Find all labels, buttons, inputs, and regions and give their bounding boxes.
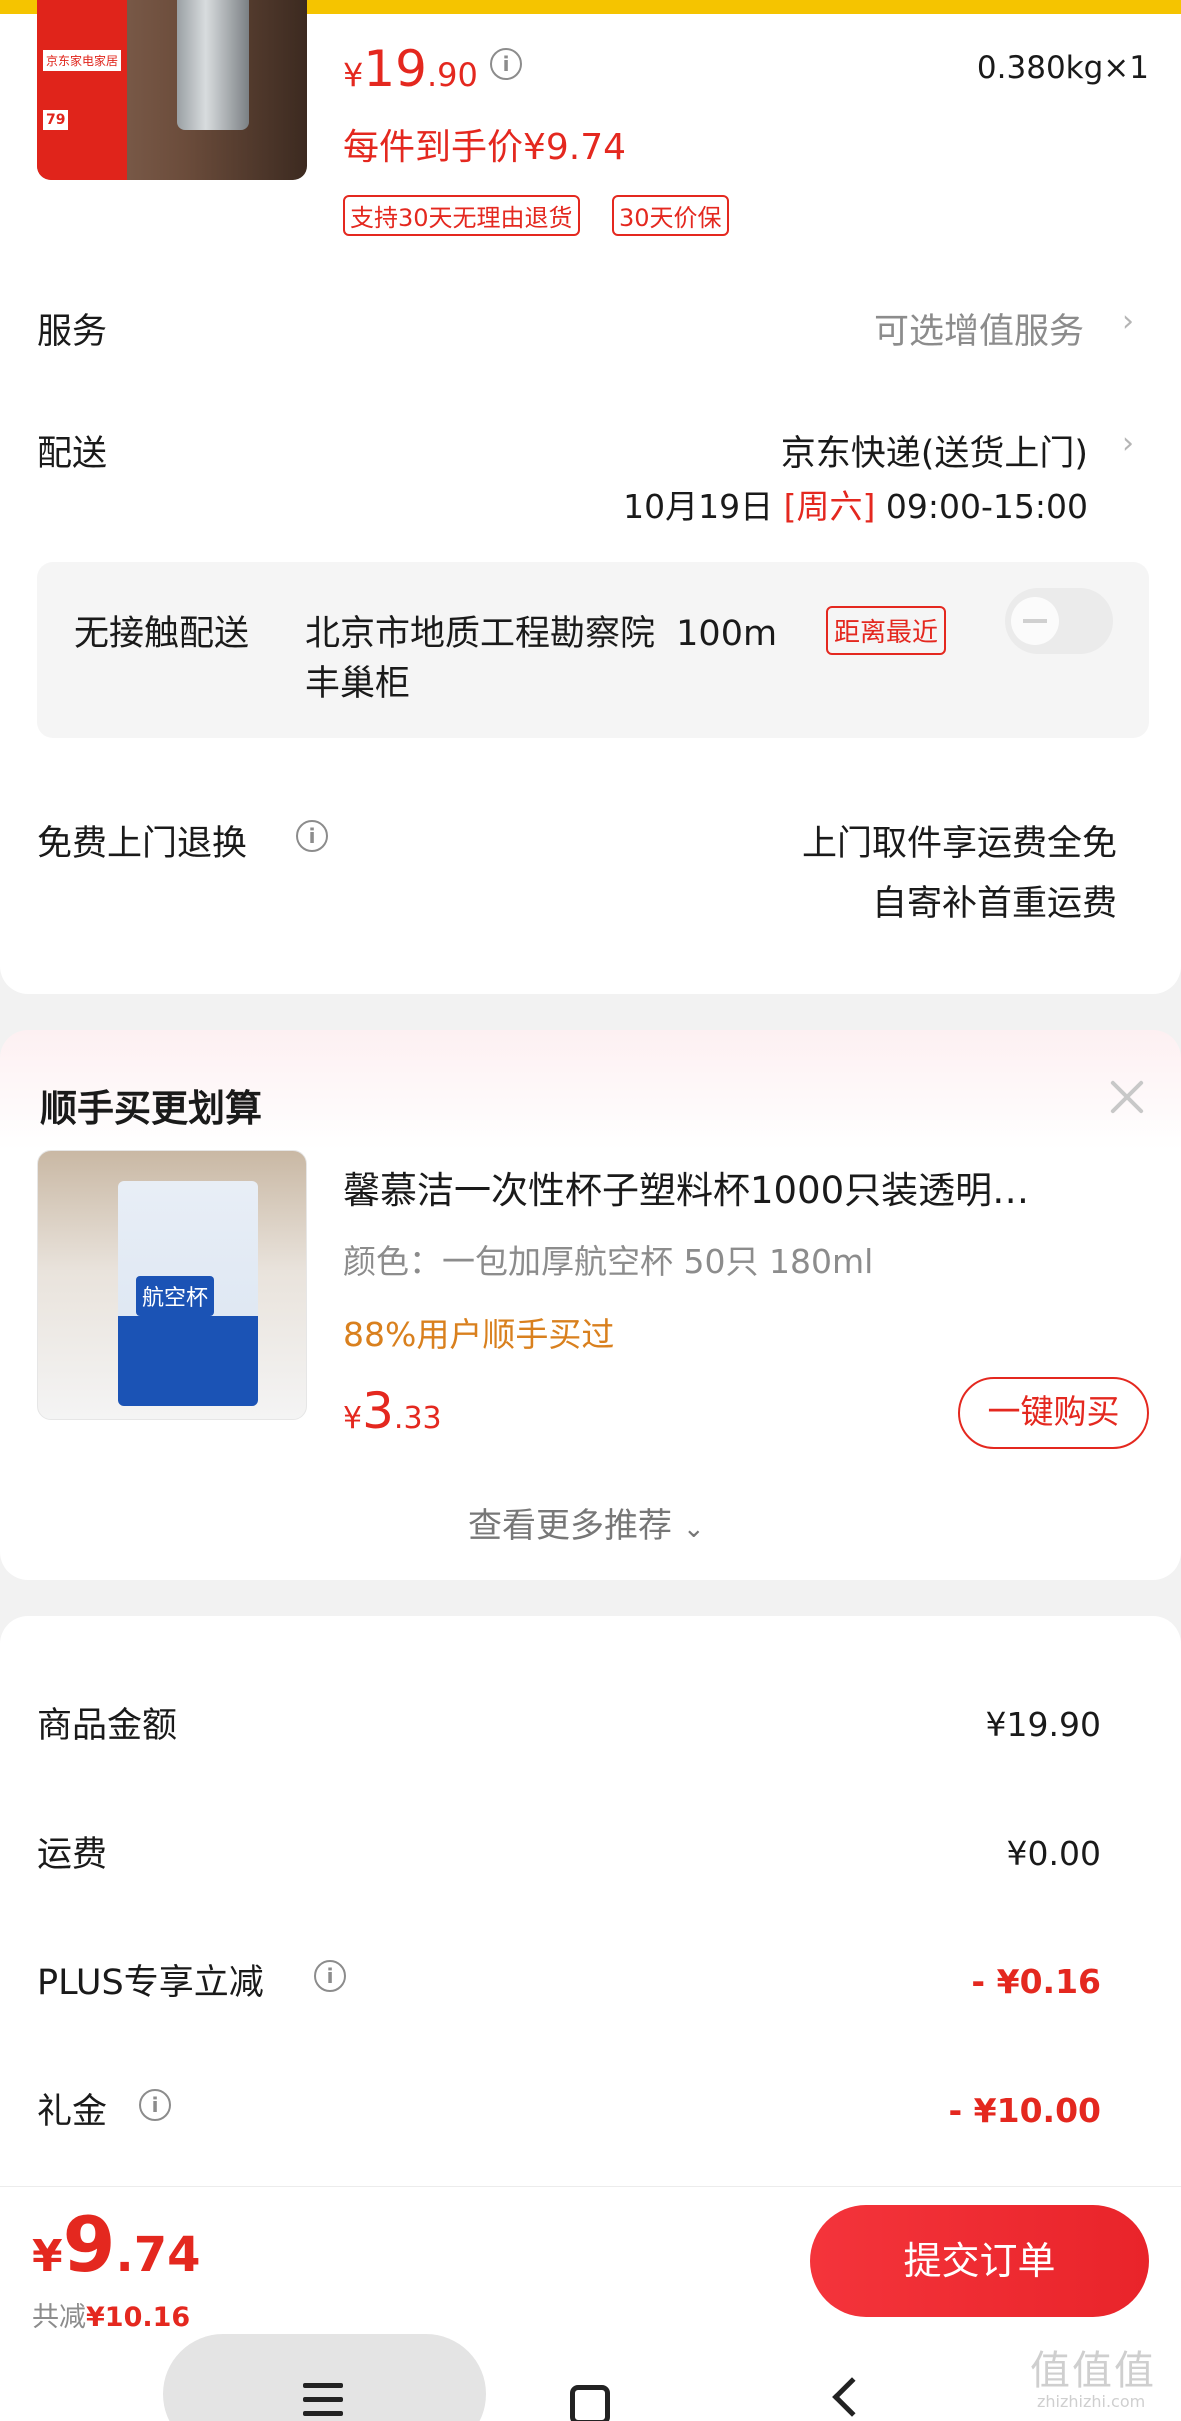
locker-name: 北京市地质工程勘察院 — [305, 614, 656, 654]
one-click-buy-button[interactable]: 一键购买 — [958, 1377, 1149, 1449]
gift-info-icon[interactable]: i — [139, 2089, 171, 2121]
recommend-item-price: ¥3.33 — [343, 1382, 442, 1440]
delivery-weekday: [周六] — [783, 487, 876, 526]
free-return-info-icon[interactable]: i — [296, 820, 328, 852]
free-return-line2: 自寄补首重运费 — [871, 884, 1117, 924]
per-item-price: 每件到手价¥9.74 — [343, 127, 627, 168]
submit-order-button[interactable]: 提交订单 — [810, 2205, 1149, 2317]
contactless-toggle[interactable] — [1005, 588, 1113, 654]
total-price-int: 9 — [62, 2200, 116, 2289]
home-icon[interactable] — [570, 2385, 610, 2421]
delivery-label: 配送 — [37, 434, 108, 474]
price-int: 19 — [363, 40, 427, 98]
delivery-method[interactable]: 京东快递(送货上门) — [781, 425, 1088, 476]
delivery-time: 09:00-15:00 — [885, 487, 1088, 526]
recent-apps-icon[interactable] — [303, 2383, 343, 2421]
product-price: ¥19.90 — [343, 40, 478, 98]
summary-value-goods: ¥19.90 — [985, 1705, 1101, 1744]
total-price: ¥9.74 — [32, 2200, 201, 2289]
summary-value-gift: - ¥10.00 — [948, 2091, 1101, 2130]
total-price-symbol: ¥ — [32, 2231, 63, 2282]
pack-label: 航空杯 — [136, 1276, 215, 1316]
recommend-item-stat: 88%用户顺手买过 — [343, 1315, 615, 1354]
service-value[interactable]: 可选增值服务 — [874, 303, 1084, 354]
price-info-icon[interactable]: i — [490, 48, 522, 80]
see-more-recommend[interactable]: 查看更多推荐 ⌄ — [468, 1498, 705, 1547]
watermark-url: zhizhizhi.com — [1037, 2392, 1146, 2411]
locker-distance: 100m — [676, 614, 778, 654]
image-badge-price: 79 — [43, 110, 69, 130]
summary-label-gift: 礼金 — [37, 2092, 108, 2132]
summary-value-shipping: ¥0.00 — [1006, 1834, 1101, 1873]
contactless-label: 无接触配送 — [74, 614, 250, 654]
see-more-label: 查看更多推荐 — [468, 1506, 672, 1546]
watermark-logo: 值值值 — [1030, 2348, 1156, 2394]
product-image[interactable]: 京东家电家居 79 — [37, 0, 307, 180]
cup-pack-graphic: 航空杯 — [118, 1181, 258, 1406]
image-badge-text: 京东家电家居 — [43, 50, 122, 71]
return-policy-tag: 支持30天无理由退货 — [343, 195, 580, 236]
chevron-down-icon: ⌄ — [682, 1514, 705, 1544]
weight-qty: 0.380kg×1 — [976, 50, 1149, 86]
recommend-item-spec: 颜色：一包加厚航空杯 50只 180ml — [343, 1242, 874, 1281]
toggle-knob — [1011, 597, 1059, 645]
delivery-datetime: 10月19日 [周六] 09:00-15:00 — [623, 480, 1088, 528]
saved-value: ¥10.16 — [86, 2302, 191, 2333]
total-price-dec: .74 — [115, 2227, 201, 2283]
summary-label-plus: PLUS专享立减 — [37, 1963, 264, 2003]
delivery-date: 10月19日 — [623, 487, 774, 526]
recommend-item-image[interactable]: 航空杯 — [37, 1150, 307, 1420]
product-image-promo: 京东家电家居 79 — [37, 0, 127, 180]
service-label: 服务 — [37, 312, 108, 352]
nearest-tag: 距离最近 — [826, 606, 947, 655]
recommend-title: 顺手买更划算 — [40, 1087, 262, 1130]
rec-price-dec: .33 — [393, 1401, 442, 1436]
saved-label: 共减 — [32, 2302, 86, 2333]
product-bottle-graphic — [177, 0, 249, 130]
delivery-chevron-icon[interactable]: › — [1122, 426, 1134, 461]
service-chevron-icon[interactable]: › — [1122, 304, 1134, 339]
price-protect-tag: 30天价保 — [612, 195, 729, 236]
free-return-line1: 上门取件享运费全免 — [801, 824, 1117, 864]
free-return-label: 免费上门退换 — [37, 824, 248, 864]
plus-info-icon[interactable]: i — [314, 1960, 346, 1992]
summary-label-goods: 商品金额 — [37, 1706, 178, 1746]
contactless-location: 北京市地质工程勘察院 100m — [305, 605, 777, 656]
summary-value-plus: - ¥0.16 — [971, 1962, 1101, 2001]
total-saved: 共减¥10.16 — [32, 2295, 190, 2334]
rec-price-int: 3 — [362, 1382, 394, 1440]
price-dec: .90 — [426, 56, 478, 94]
price-symbol: ¥ — [343, 56, 364, 94]
rec-price-symbol: ¥ — [343, 1401, 363, 1436]
recommend-item-title[interactable]: 馨慕洁一次性杯子塑料杯1000只装透明… — [343, 1160, 1029, 1214]
close-icon[interactable] — [1105, 1075, 1149, 1119]
summary-label-shipping: 运费 — [37, 1835, 108, 1875]
locker-type: 丰巢柜 — [305, 664, 411, 704]
